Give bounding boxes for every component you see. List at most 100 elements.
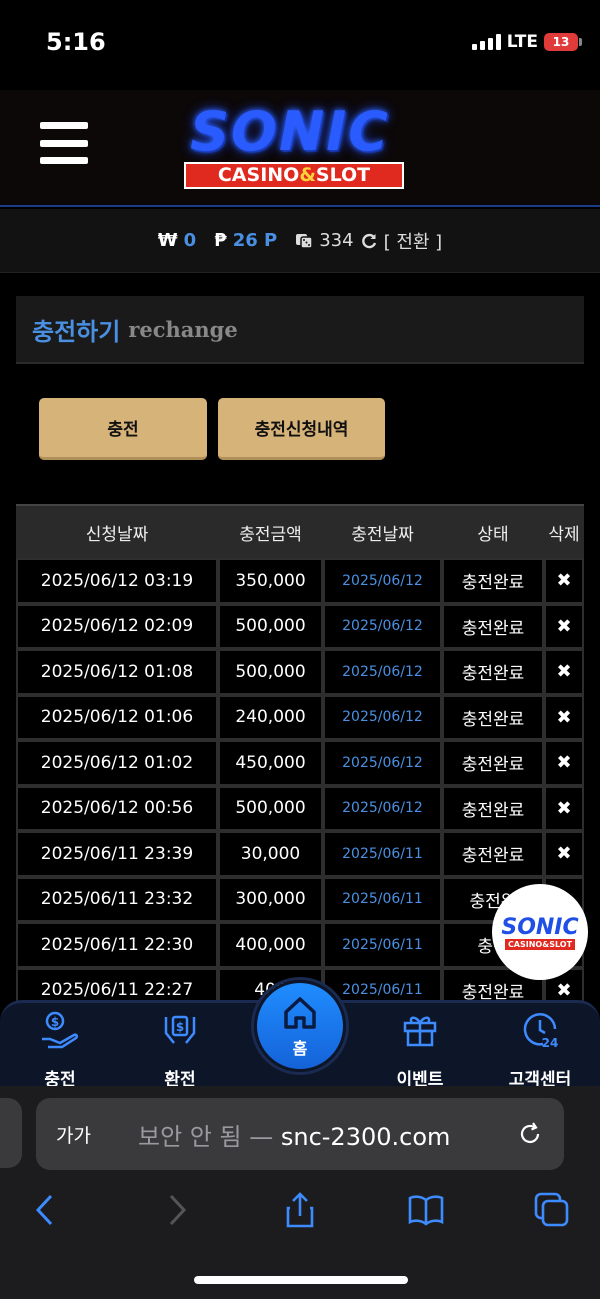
page-title: 충전하기 rechange (16, 296, 584, 364)
amount-cell: 500,000 (218, 649, 323, 695)
request-date-cell: 2025/06/12 03:19 (16, 558, 218, 604)
convert-button[interactable]: [ 전환 ] (384, 228, 443, 254)
refresh-icon[interactable] (360, 232, 378, 250)
share-icon[interactable] (280, 1190, 320, 1230)
header-amount: 충전금액 (239, 524, 302, 545)
won-balance: ₩ 0 (158, 230, 196, 251)
page-title-korean: 충전하기 (32, 317, 121, 346)
request-date-cell: 2025/06/12 01:08 (16, 649, 218, 695)
status-bar: 5:16 LTE 13 (0, 0, 600, 90)
delete-icon[interactable]: ✖ (556, 798, 571, 819)
status-cell: 충전완료 (442, 649, 544, 695)
hands-money-icon: $ (164, 1015, 196, 1044)
charge-date-cell: 2025/06/12 (323, 603, 442, 649)
amount-cell: 500,000 (218, 603, 323, 649)
nav-event[interactable]: 이벤트 (370, 1009, 470, 1090)
point-value: 26 P (232, 230, 278, 251)
charge-date-cell: 2025/06/12 (323, 785, 442, 831)
dice-icon (296, 233, 313, 249)
delete-cell[interactable]: ✖ (544, 694, 584, 740)
logo-sub-text: CASINO&SLOT (184, 162, 404, 189)
hand-coin-icon: $ (42, 1011, 79, 1049)
delete-icon[interactable]: ✖ (556, 752, 571, 773)
delete-icon[interactable]: ✖ (556, 616, 571, 637)
svg-text:$: $ (176, 1020, 184, 1034)
won-value: 0 (183, 230, 197, 251)
won-icon: ₩ (157, 230, 178, 251)
amount-cell: 300,000 (218, 876, 323, 922)
request-date-cell: 2025/06/11 23:32 (16, 876, 218, 922)
nav-support[interactable]: 24 고객센터 (490, 1009, 590, 1090)
amount-cell: 30,000 (218, 831, 323, 877)
battery-icon: 13 (544, 33, 582, 51)
request-date-cell: 2025/06/11 22:30 (16, 922, 218, 968)
charge-date-cell: 2025/06/11 (323, 876, 442, 922)
header-delete: 삭제 (548, 524, 580, 545)
table-row: 2025/06/12 01:02 450,000 2025/06/12 충전완료 ✖ (16, 740, 584, 786)
table-row: 2025/06/12 00:56 500,000 2025/06/12 충전완료 ✖ (16, 785, 584, 831)
delete-icon[interactable]: ✖ (556, 707, 571, 728)
table-header: 신청날짜 충전금액 충전날짜 상태 삭제 (16, 504, 584, 558)
home-indicator (194, 1276, 408, 1284)
delete-cell[interactable]: ✖ (544, 558, 584, 604)
charge-date-cell: 2025/06/12 (323, 694, 442, 740)
site-header: SONIC CASINO&SLOT (0, 90, 600, 207)
site-logo[interactable]: SONIC CASINO&SLOT (160, 100, 420, 192)
delete-cell[interactable]: ✖ (544, 785, 584, 831)
tab-charge[interactable]: 충전 (39, 398, 207, 460)
network-label: LTE (506, 32, 538, 52)
nav-home[interactable]: 홈 (254, 980, 346, 1072)
bookmarks-icon[interactable] (406, 1190, 446, 1230)
tab-charge-history[interactable]: 충전신청내역 (218, 398, 385, 460)
logo-main-text: SONIC (190, 100, 390, 163)
charge-date-cell: 2025/06/12 (323, 740, 442, 786)
status-cell: 충전완료 (442, 694, 544, 740)
gift-icon (403, 1016, 437, 1047)
header-request-date: 신청날짜 (85, 524, 149, 545)
nav-exchange[interactable]: $ 환전 (130, 1009, 230, 1090)
delete-icon[interactable]: ✖ (556, 570, 571, 591)
status-time: 5:16 (46, 28, 106, 56)
charge-date-cell: 2025/06/12 (323, 649, 442, 695)
amount-cell: 450,000 (218, 740, 323, 786)
table-row: 2025/06/12 02:09 500,000 2025/06/12 충전완료 ✖ (16, 603, 584, 649)
reload-icon[interactable] (516, 1120, 544, 1148)
delete-icon[interactable]: ✖ (556, 980, 571, 1001)
request-date-cell: 2025/06/12 01:06 (16, 694, 218, 740)
reader-settings-button[interactable]: 가가 (56, 1121, 91, 1148)
support-24h-icon: 24 (523, 1013, 559, 1050)
nav-charge[interactable]: $ 충전 (10, 1009, 110, 1090)
back-icon[interactable] (26, 1190, 66, 1230)
tabs-icon[interactable] (532, 1190, 572, 1230)
chip-value: 334 (319, 230, 354, 251)
balance-bar: ₩ 0 ₱ 26 P 334 [ 전환 ] (0, 209, 600, 273)
charge-date-cell: 2025/06/12 (323, 558, 442, 604)
amount-cell: 350,000 (218, 558, 323, 604)
nav-home-label: 홈 (292, 1039, 308, 1058)
previous-tab-preview[interactable] (0, 1098, 22, 1168)
charge-date-cell: 2025/06/11 (323, 922, 442, 968)
request-date-cell: 2025/06/11 23:39 (16, 831, 218, 877)
delete-icon[interactable]: ✖ (556, 661, 571, 682)
table-row: 2025/06/12 01:06 240,000 2025/06/12 충전완료 ✖ (16, 694, 584, 740)
status-cell: 충전완료 (442, 740, 544, 786)
request-date-cell: 2025/06/12 02:09 (16, 603, 218, 649)
delete-icon[interactable]: ✖ (556, 843, 571, 864)
delete-cell[interactable]: ✖ (544, 603, 584, 649)
svg-text:24: 24 (542, 1036, 559, 1050)
hamburger-menu-icon[interactable] (40, 122, 88, 164)
delete-cell[interactable]: ✖ (544, 740, 584, 786)
delete-cell[interactable]: ✖ (544, 831, 584, 877)
forward-icon[interactable] (156, 1190, 196, 1230)
address-bar[interactable]: 가가 보안 안 됨 — snc-2300.com (36, 1098, 564, 1170)
browser-chrome: 가가 보안 안 됨 — snc-2300.com (0, 1086, 600, 1299)
status-cell: 충전완료 (442, 785, 544, 831)
floating-logo-button[interactable]: SONIC CASINO&SLOT (492, 884, 588, 980)
insecure-label: 보안 안 됨 — (138, 1122, 274, 1151)
delete-cell[interactable]: ✖ (544, 649, 584, 695)
table-row: 2025/06/12 01:08 500,000 2025/06/12 충전완료 ✖ (16, 649, 584, 695)
floating-logo-main: SONIC (501, 914, 579, 940)
amount-cell: 500,000 (218, 785, 323, 831)
status-indicators: LTE 13 (471, 32, 582, 52)
table-row: 2025/06/12 03:19 350,000 2025/06/12 충전완료 ✖ (16, 558, 584, 604)
